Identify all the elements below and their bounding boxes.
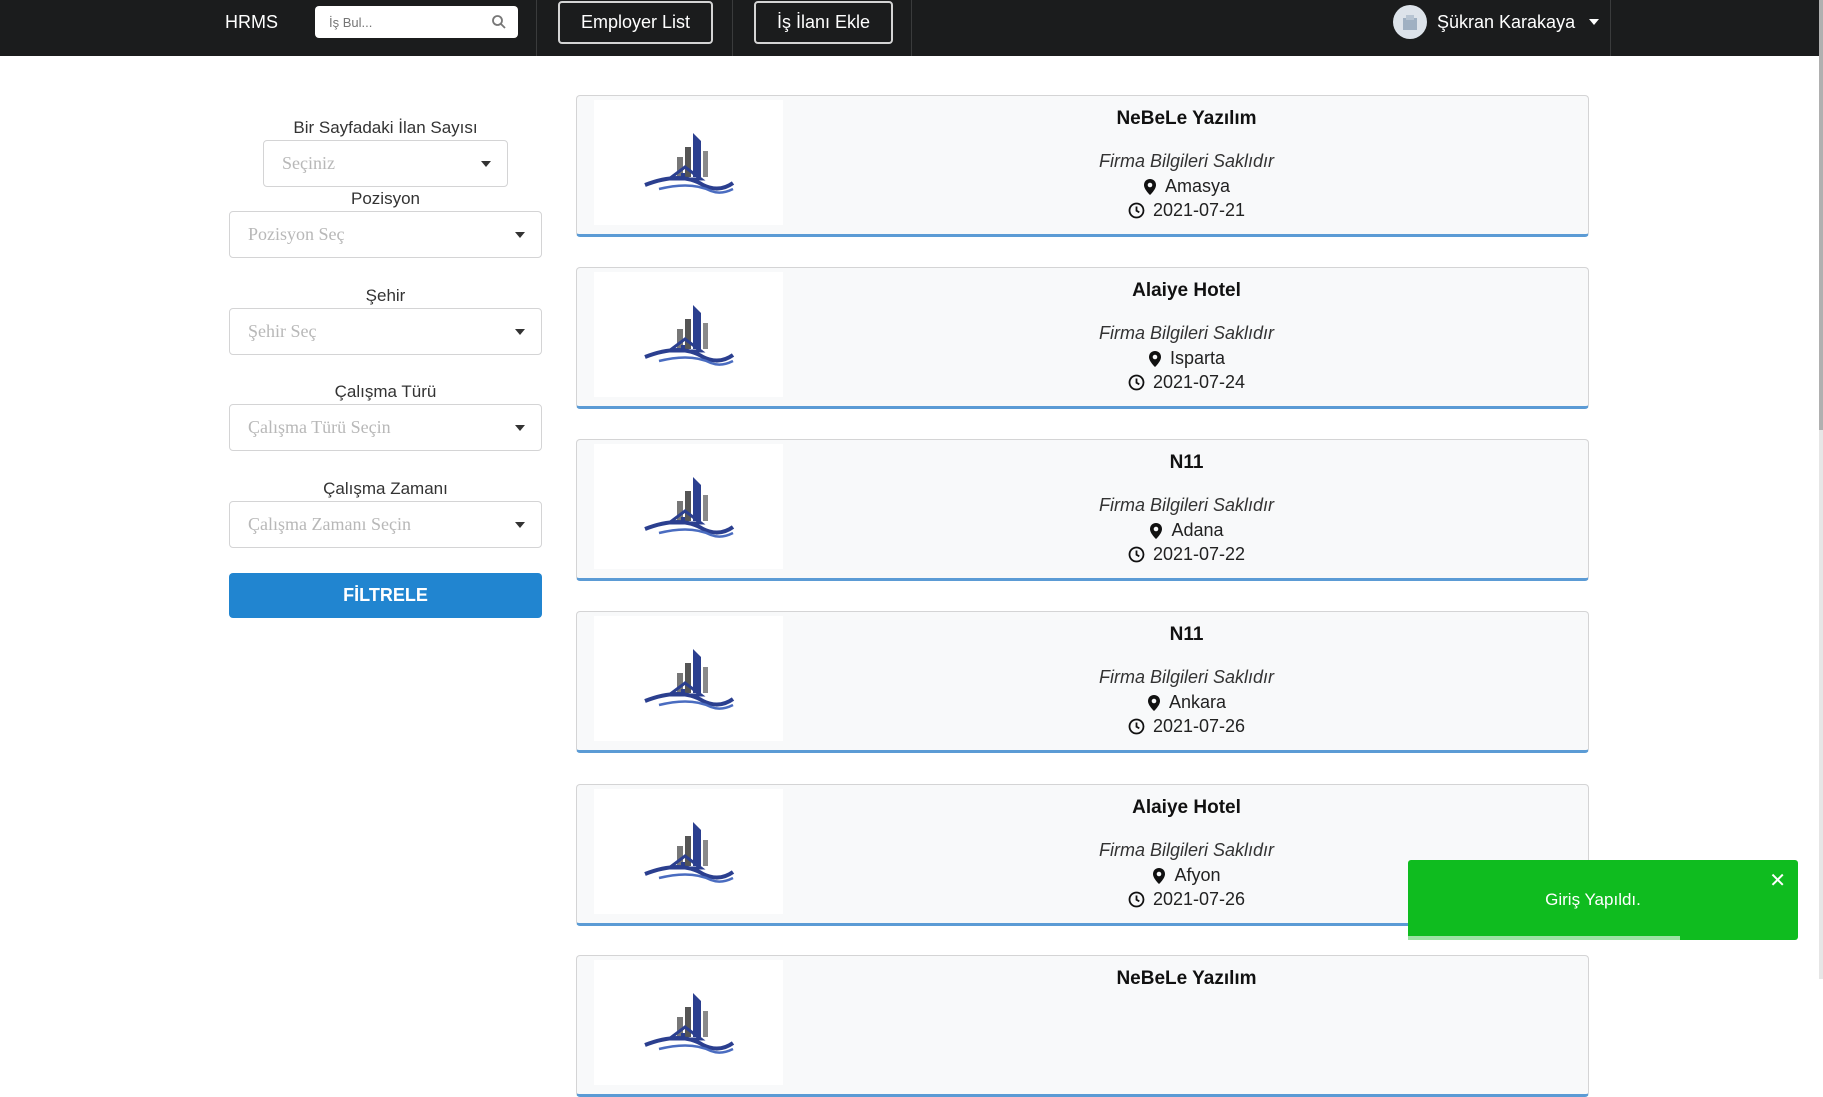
work-time-placeholder: Çalışma Zamanı Seçin xyxy=(248,514,411,534)
company-name[interactable]: NeBeLe Yazılım xyxy=(783,968,1590,990)
job-city-text: Adana xyxy=(1171,520,1224,540)
map-pin-icon xyxy=(1147,694,1160,711)
company-logo xyxy=(594,789,783,914)
clock-icon xyxy=(1128,374,1145,391)
work-type-select[interactable]: Çalışma Türü Seçin xyxy=(229,404,542,451)
filter-button[interactable]: FİLTRELE xyxy=(229,573,542,618)
job-date-text: 2021-07-22 xyxy=(1152,544,1246,564)
company-name[interactable]: NeBeLe Yazılım xyxy=(783,108,1590,130)
company-logo-icon xyxy=(643,476,734,538)
company-logo xyxy=(594,100,783,225)
company-note: Firma Bilgileri Saklıdır xyxy=(1098,840,1275,860)
toast-progress-bar xyxy=(1408,936,1680,940)
clock-icon xyxy=(1128,718,1145,735)
job-city-text: Isparta xyxy=(1169,348,1226,368)
job-card[interactable]: NeBeLe Yazılım xyxy=(576,955,1589,1097)
job-date-text: 2021-07-26 xyxy=(1152,716,1246,736)
work-time-select[interactable]: Çalışma Zamanı Seçin xyxy=(229,501,542,548)
job-city: Isparta xyxy=(783,348,1590,369)
clock-icon xyxy=(1128,891,1145,908)
map-pin-icon xyxy=(1143,178,1156,195)
job-date: 2021-07-22 xyxy=(783,544,1590,565)
dropdown-icon xyxy=(481,160,491,167)
job-city: Amasya xyxy=(783,176,1590,197)
company-name[interactable]: N11 xyxy=(783,624,1590,646)
job-city-text: Afyon xyxy=(1174,865,1221,885)
job-card[interactable]: NeBeLe Yazılım Firma Bilgileri Saklıdır Am… xyxy=(576,95,1589,237)
company-name[interactable]: Alaiye Hotel xyxy=(783,797,1590,819)
close-icon[interactable]: ✕ xyxy=(1769,868,1786,893)
dropdown-icon xyxy=(515,521,525,528)
company-name[interactable]: Alaiye Hotel xyxy=(783,280,1590,302)
scrollbar-thumb[interactable] xyxy=(1819,0,1823,430)
job-date: 2021-07-26 xyxy=(783,716,1590,737)
company-name[interactable]: N11 xyxy=(783,452,1590,474)
job-date-text: 2021-07-24 xyxy=(1152,372,1246,392)
company-logo-icon xyxy=(643,304,734,366)
company-note: Firma Bilgileri Saklıdır xyxy=(1098,495,1275,515)
company-logo-icon xyxy=(643,821,734,883)
city-placeholder: Şehir Seç xyxy=(248,321,317,341)
nav-divider xyxy=(536,0,537,56)
chevron-down-icon[interactable] xyxy=(1589,19,1600,25)
company-logo-icon xyxy=(643,132,734,194)
work-type-placeholder: Çalışma Türü Seçin xyxy=(248,417,391,437)
page-scrollbar[interactable] xyxy=(1819,0,1823,979)
nav-divider xyxy=(911,0,912,56)
employer-list-button[interactable]: Employer List xyxy=(558,1,713,44)
company-note: Firma Bilgileri Saklıdır xyxy=(1098,151,1275,171)
city-label: Şehir xyxy=(365,286,406,305)
job-date: 2021-07-21 xyxy=(783,200,1590,221)
per-page-select[interactable]: Seçiniz xyxy=(263,140,508,187)
user-menu[interactable]: Şükran Karakaya xyxy=(1393,5,1600,39)
city-select[interactable]: Şehir Seç xyxy=(229,308,542,355)
map-pin-icon xyxy=(1153,867,1166,884)
job-city-text: Ankara xyxy=(1168,692,1227,712)
map-pin-icon xyxy=(1148,350,1161,367)
job-date: 2021-07-24 xyxy=(783,372,1590,393)
user-name: Şükran Karakaya xyxy=(1437,11,1576,32)
search-box[interactable] xyxy=(315,6,518,38)
dropdown-icon xyxy=(515,328,525,335)
nav-divider xyxy=(1610,0,1611,56)
job-card[interactable]: N11 Firma Bilgileri Saklıdır Ankara 2021-07… xyxy=(576,611,1589,753)
company-logo-icon xyxy=(643,992,734,1054)
job-date-text: 2021-07-21 xyxy=(1152,200,1246,220)
position-placeholder: Pozisyon Seç xyxy=(248,224,345,244)
dropdown-icon xyxy=(515,231,525,238)
brand-logo[interactable]: HRMS xyxy=(225,12,278,32)
map-pin-icon xyxy=(1150,522,1163,539)
company-logo xyxy=(594,272,783,397)
per-page-label: Bir Sayfadaki İlan Sayısı xyxy=(293,118,478,137)
dropdown-icon xyxy=(515,424,525,431)
work-type-label: Çalışma Türü xyxy=(334,382,437,401)
toast-message: Giriş Yapıldı. xyxy=(1545,890,1641,909)
add-job-button[interactable]: İş İlanı Ekle xyxy=(754,1,893,44)
job-city: Ankara xyxy=(783,692,1590,713)
job-city: Adana xyxy=(783,520,1590,541)
company-logo xyxy=(594,444,783,569)
search-input[interactable] xyxy=(329,13,489,31)
success-toast[interactable]: Giriş Yapıldı. ✕ xyxy=(1408,860,1798,940)
job-date-text: 2021-07-26 xyxy=(1152,889,1246,909)
avatar-image-icon xyxy=(1403,15,1417,30)
company-note: Firma Bilgileri Saklıdır xyxy=(1098,667,1275,687)
per-page-placeholder: Seçiniz xyxy=(282,153,335,173)
clock-icon xyxy=(1128,546,1145,563)
position-select[interactable]: Pozisyon Seç xyxy=(229,211,542,258)
job-card[interactable]: N11 Firma Bilgileri Saklıdır Adana 2021-07-… xyxy=(576,439,1589,581)
company-logo xyxy=(594,616,783,741)
search-icon[interactable] xyxy=(491,14,507,30)
job-city-text: Amasya xyxy=(1164,176,1231,196)
avatar xyxy=(1393,5,1427,39)
top-navbar: HRMS Employer List İş İlanı Ekle Şükran … xyxy=(0,0,1823,56)
position-label: Pozisyon xyxy=(351,189,420,208)
job-card[interactable]: Alaiye Hotel Firma Bilgileri Saklıdır Ispa… xyxy=(576,267,1589,409)
clock-icon xyxy=(1128,202,1145,219)
nav-divider xyxy=(732,0,733,56)
work-time-label: Çalışma Zamanı xyxy=(323,479,448,498)
company-note: Firma Bilgileri Saklıdır xyxy=(1098,323,1275,343)
company-logo-icon xyxy=(643,648,734,710)
